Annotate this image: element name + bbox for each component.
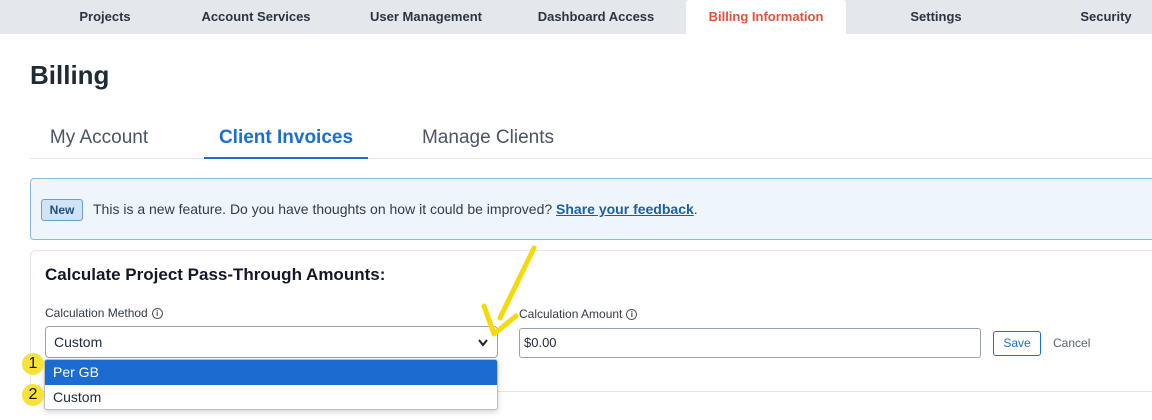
tab-client-invoices[interactable]: Client Invoices bbox=[204, 118, 368, 159]
nav-projects[interactable]: Projects bbox=[57, 0, 153, 34]
option-per-gb[interactable]: Per GB bbox=[45, 360, 497, 385]
nav-security[interactable]: Security bbox=[1056, 0, 1152, 34]
annotation-marker-2: 2 bbox=[22, 384, 44, 406]
tab-manage-clients[interactable]: Manage Clients bbox=[404, 118, 572, 159]
save-button[interactable]: Save bbox=[993, 331, 1041, 356]
annotation-marker-1: 1 bbox=[22, 353, 44, 375]
cancel-link[interactable]: Cancel bbox=[1053, 336, 1090, 350]
info-icon[interactable]: i bbox=[151, 308, 163, 319]
page-title: Billing bbox=[30, 60, 110, 90]
nav-settings[interactable]: Settings bbox=[876, 0, 996, 34]
new-feature-banner: New This is a new feature. Do you have t… bbox=[30, 178, 1152, 240]
calculation-method-label-text: Calculation Method bbox=[45, 306, 148, 320]
calculation-method-options: Per GB Custom bbox=[44, 359, 498, 410]
new-badge: New bbox=[41, 199, 83, 221]
tab-my-account[interactable]: My Account bbox=[30, 118, 168, 159]
nav-dashboard-access[interactable]: Dashboard Access bbox=[526, 0, 666, 34]
calculation-amount-input[interactable]: $0.00 bbox=[519, 328, 981, 358]
nav-account-services[interactable]: Account Services bbox=[186, 0, 326, 34]
annotation-arrow-icon bbox=[481, 245, 537, 337]
nav-user-management[interactable]: User Management bbox=[356, 0, 496, 34]
info-icon[interactable]: i bbox=[626, 309, 638, 320]
calculation-method-value: Custom bbox=[54, 334, 103, 350]
billing-subtabs: My Account Client Invoices Manage Client… bbox=[30, 118, 1152, 159]
nav-billing-information[interactable]: Billing Information bbox=[686, 0, 846, 34]
top-navigation: Projects Account Services User Managemen… bbox=[0, 0, 1152, 34]
banner-message: This is a new feature. Do you have thoug… bbox=[93, 201, 698, 217]
banner-suffix: . bbox=[693, 201, 698, 217]
calculation-method-select[interactable]: Custom bbox=[45, 326, 498, 358]
option-custom[interactable]: Custom bbox=[45, 385, 497, 409]
calculation-method-label: Calculation Method i bbox=[45, 306, 163, 320]
card-title: Calculate Project Pass-Through Amounts: bbox=[45, 265, 386, 284]
banner-text: This is a new feature. Do you have thoug… bbox=[93, 201, 553, 217]
feedback-link[interactable]: Share your feedback bbox=[556, 201, 694, 217]
